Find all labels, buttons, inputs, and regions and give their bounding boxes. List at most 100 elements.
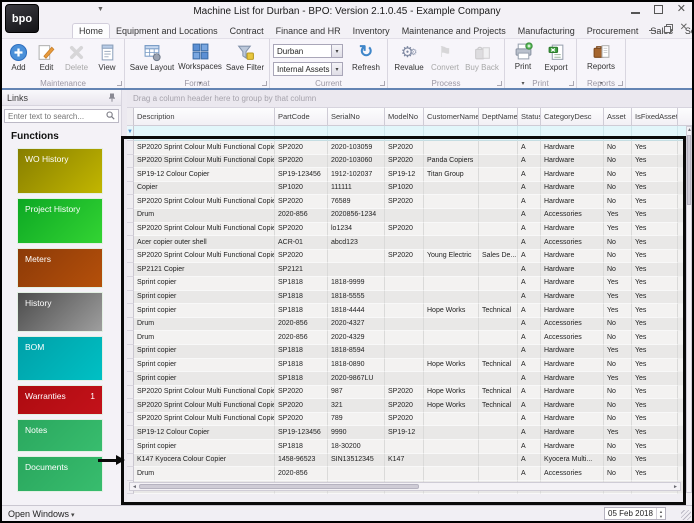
cell-serialno[interactable]: 2020-4329	[328, 331, 385, 345]
dialog-launcher-icon[interactable]	[497, 81, 502, 86]
cell-serialno[interactable]: 789	[328, 413, 385, 427]
cell-asset[interactable]: No	[604, 318, 632, 332]
cell-deptname[interactable]	[479, 277, 518, 291]
table-row[interactable]: Sprint copierSP181818-30200AHardwareNoYe…	[127, 440, 692, 454]
cell-description[interactable]: SP2020 Sprint Colour Multi Functional Co…	[134, 141, 275, 155]
cell-categorydesc[interactable]: Hardware	[541, 304, 604, 318]
cell-modelno[interactable]	[385, 318, 424, 332]
filter-cell-categorydesc[interactable]	[541, 126, 604, 141]
cell-partcode[interactable]: SP1818	[275, 345, 328, 359]
cell-description[interactable]: Sprint copier	[134, 359, 275, 373]
column-header-status[interactable]: Status	[518, 108, 541, 126]
cell-status[interactable]: A	[518, 277, 541, 291]
cell-status[interactable]: A	[518, 345, 541, 359]
cell-categorydesc[interactable]: Hardware	[541, 277, 604, 291]
cell-serialno[interactable]	[328, 263, 385, 277]
cell-asset[interactable]: No	[604, 399, 632, 413]
cell-modelno[interactable]	[385, 277, 424, 291]
cell-customername[interactable]	[424, 277, 479, 291]
cell-status[interactable]: A	[518, 155, 541, 169]
cell-asset[interactable]: No	[604, 454, 632, 468]
column-header-asset[interactable]: Asset	[604, 108, 632, 126]
cell-asset[interactable]: No	[604, 250, 632, 264]
cell-partcode[interactable]: SP1818	[275, 291, 328, 305]
add-button[interactable]: Add	[5, 41, 32, 77]
cell-customername[interactable]	[424, 182, 479, 196]
cell-asset[interactable]: No	[604, 467, 632, 481]
row-indicator[interactable]	[127, 195, 134, 209]
table-row[interactable]: SP2020 Sprint Colour Multi Functional Co…	[127, 413, 692, 427]
cell-serialno[interactable]: 2020-9867LU	[328, 372, 385, 386]
cell-status[interactable]: A	[518, 318, 541, 332]
horizontal-scrollbar[interactable]: ◄ ►	[129, 482, 681, 491]
cell-serialno[interactable]: 987	[328, 386, 385, 400]
cell-asset[interactable]: No	[604, 182, 632, 196]
cell-partcode[interactable]: SP19-123456	[275, 168, 328, 182]
cell-serialno[interactable]: 1912-102037	[328, 168, 385, 182]
pin-icon[interactable]	[108, 89, 116, 107]
cell-modelno[interactable]: SP2020	[385, 223, 424, 237]
cell-modelno[interactable]: SP2020	[385, 195, 424, 209]
cell-deptname[interactable]	[479, 440, 518, 454]
table-row[interactable]: Drum2020-8562020-4329AAccessoriesNoYes	[127, 331, 692, 345]
dialog-launcher-icon[interactable]	[380, 81, 385, 86]
cell-deptname[interactable]	[479, 155, 518, 169]
vertical-scroll-thumb[interactable]	[687, 135, 691, 205]
close-button[interactable]: ✕	[677, 5, 686, 14]
cell-isfixedasset[interactable]: Yes	[632, 250, 678, 264]
cell-serialno[interactable]: 1818-9999	[328, 277, 385, 291]
mdi-minimize-icon[interactable]	[649, 25, 656, 31]
cell-customername[interactable]	[424, 209, 479, 223]
cell-categorydesc[interactable]: Kyocera Multi...	[541, 454, 604, 468]
cell-partcode[interactable]: SP2020	[275, 141, 328, 155]
cell-serialno[interactable]: 321	[328, 399, 385, 413]
cell-status[interactable]: A	[518, 195, 541, 209]
dialog-launcher-icon[interactable]	[262, 81, 267, 86]
table-row[interactable]: SP2020 Sprint Colour Multi Functional Co…	[127, 195, 692, 209]
cell-categorydesc[interactable]: Hardware	[541, 372, 604, 386]
function-button-project-history[interactable]: Project History	[17, 198, 103, 244]
cell-description[interactable]: SP19-12 Colour Copier	[134, 426, 275, 440]
cell-customername[interactable]	[424, 236, 479, 250]
cell-serialno[interactable]: 2020-103059	[328, 141, 385, 155]
row-indicator[interactable]	[127, 467, 134, 481]
cell-serialno[interactable]: 1818-4444	[328, 304, 385, 318]
filter-cell-partcode[interactable]	[275, 126, 328, 141]
buy-back-button[interactable]: Buy Back	[463, 41, 501, 77]
cell-isfixedasset[interactable]: Yes	[632, 277, 678, 291]
vertical-scrollbar[interactable]: ▲	[686, 126, 692, 493]
cell-categorydesc[interactable]: Hardware	[541, 223, 604, 237]
filter-cell-status[interactable]	[518, 126, 541, 141]
cell-status[interactable]: A	[518, 426, 541, 440]
cell-categorydesc[interactable]: Accessories	[541, 209, 604, 223]
cell-status[interactable]: A	[518, 168, 541, 182]
cell-customername[interactable]	[424, 195, 479, 209]
sidebar-search[interactable]	[4, 109, 119, 123]
horizontal-scroll-thumb[interactable]	[139, 484, 419, 489]
cell-customername[interactable]: Titan Group	[424, 168, 479, 182]
cell-isfixedasset[interactable]: Yes	[632, 399, 678, 413]
cell-customername[interactable]	[424, 331, 479, 345]
tab-inventory[interactable]: Inventory	[347, 24, 396, 38]
site-select[interactable]: Durban	[273, 44, 343, 58]
search-input[interactable]	[8, 112, 106, 121]
cell-deptname[interactable]	[479, 168, 518, 182]
cell-partcode[interactable]: 2020-856	[275, 318, 328, 332]
cell-categorydesc[interactable]: Hardware	[541, 155, 604, 169]
cell-partcode[interactable]: 1458-96523	[275, 454, 328, 468]
cell-status[interactable]: A	[518, 399, 541, 413]
cell-asset[interactable]: No	[604, 168, 632, 182]
cell-description[interactable]: Sprint copier	[134, 372, 275, 386]
cell-isfixedasset[interactable]: Yes	[632, 263, 678, 277]
cell-deptname[interactable]: Sales De...	[479, 250, 518, 264]
cell-serialno[interactable]	[328, 250, 385, 264]
cell-asset[interactable]: Yes	[604, 304, 632, 318]
cell-status[interactable]: A	[518, 223, 541, 237]
cell-categorydesc[interactable]: Accessories	[541, 318, 604, 332]
table-row[interactable]: SP2020 Sprint Colour Multi Functional Co…	[127, 155, 692, 169]
column-header-customername[interactable]: CustomerName	[424, 108, 479, 126]
cell-partcode[interactable]: SP2121	[275, 263, 328, 277]
cell-modelno[interactable]	[385, 209, 424, 223]
cell-categorydesc[interactable]: Hardware	[541, 263, 604, 277]
cell-partcode[interactable]: 2020-856	[275, 209, 328, 223]
